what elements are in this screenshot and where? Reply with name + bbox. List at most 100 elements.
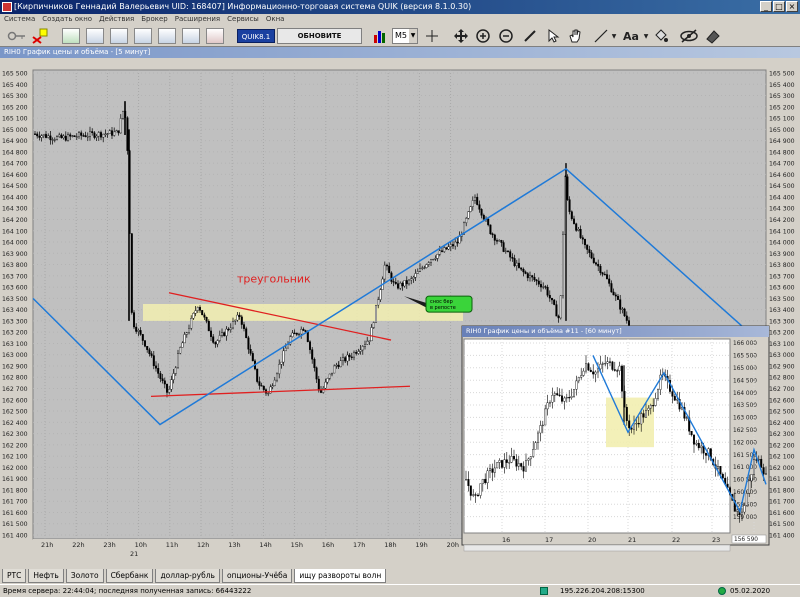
x-date-label: 21 bbox=[130, 550, 138, 558]
candle-body bbox=[139, 330, 142, 335]
menu-actions[interactable]: Действия bbox=[99, 14, 134, 25]
y-tick-label-left: 163 600 bbox=[2, 285, 28, 292]
candle-body bbox=[533, 276, 536, 281]
chevron-down-icon[interactable]: ▼ bbox=[610, 27, 618, 45]
main-chart[interactable]: 165 500 165 500 165 400 165 400 165 300 165 3… bbox=[0, 58, 800, 568]
maximize-button[interactable]: □ bbox=[773, 1, 785, 12]
y-tick-label-right: 161 800 bbox=[769, 487, 795, 494]
sub-candle-body bbox=[604, 363, 607, 365]
sub-candle-body bbox=[606, 361, 609, 364]
menu-system[interactable]: Система bbox=[4, 14, 35, 25]
sub-candle-body bbox=[750, 474, 753, 482]
tab-options[interactable]: опционы-Учёба bbox=[221, 569, 293, 583]
eraser-icon[interactable] bbox=[704, 27, 722, 45]
menu-windows[interactable]: Окна bbox=[266, 14, 285, 25]
main-chart-title: RIH0 График цены и объёма - [5 минут] bbox=[0, 47, 800, 58]
y-tick-label-right: 163 600 bbox=[769, 285, 795, 292]
fill-icon[interactable] bbox=[652, 27, 670, 45]
timeframe-select[interactable]: M5 ▼ bbox=[392, 28, 418, 44]
crosshair-icon[interactable] bbox=[424, 27, 440, 45]
candle-body bbox=[509, 251, 512, 258]
candle-body bbox=[152, 355, 155, 367]
text-tool-button[interactable]: Aa bbox=[620, 27, 642, 45]
search-icon[interactable] bbox=[182, 27, 200, 45]
edit-icon[interactable] bbox=[206, 27, 224, 45]
candle-body bbox=[236, 314, 239, 321]
minimize-button[interactable]: _ bbox=[760, 1, 772, 12]
chart-window-icon[interactable] bbox=[86, 27, 104, 45]
y-tick-label-left: 162 900 bbox=[2, 363, 28, 370]
menu-broker[interactable]: Брокер bbox=[141, 14, 168, 25]
disconnect-icon[interactable] bbox=[30, 27, 50, 45]
sub-candle-body bbox=[690, 431, 693, 436]
x-tick-label: 19h bbox=[415, 541, 427, 549]
sub-candle-body bbox=[481, 478, 484, 484]
candle-body bbox=[104, 133, 107, 135]
sub-candle-body bbox=[599, 363, 602, 370]
zoom-out-icon[interactable] bbox=[497, 27, 515, 45]
y-tick-label-left: 161 400 bbox=[2, 533, 28, 540]
sub-candle-body bbox=[474, 494, 477, 496]
zoom-in-icon[interactable] bbox=[474, 27, 492, 45]
y-tick-label-right: 165 500 bbox=[769, 71, 795, 78]
pencil-icon[interactable] bbox=[521, 27, 539, 45]
y-tick-label-right: 164 900 bbox=[769, 138, 795, 145]
candle-body bbox=[603, 273, 606, 276]
tab-gold[interactable]: Золото bbox=[65, 569, 104, 583]
sub-candle-body bbox=[527, 458, 530, 461]
candle-body bbox=[47, 135, 50, 138]
y-tick-label-left: 162 300 bbox=[2, 431, 28, 438]
tab-rts[interactable]: РТС bbox=[2, 569, 27, 583]
close-button[interactable]: × bbox=[786, 1, 798, 12]
new-table-icon[interactable] bbox=[62, 27, 80, 45]
y-tick-label-left: 161 700 bbox=[2, 499, 28, 506]
menu-extensions[interactable]: Расширения bbox=[175, 14, 220, 25]
quotes-icon[interactable] bbox=[110, 27, 128, 45]
refresh-today-button[interactable]: ОБНОВИТЕ СЕГОДНЯ bbox=[277, 28, 362, 54]
candle-body bbox=[220, 332, 223, 336]
candle-body bbox=[34, 133, 37, 135]
key-icon[interactable] bbox=[6, 27, 28, 45]
y-tick-label-left: 163 800 bbox=[2, 262, 28, 269]
candle-body bbox=[115, 130, 118, 133]
menu-services[interactable]: Сервисы bbox=[227, 14, 259, 25]
menu-create-window[interactable]: Создать окно bbox=[42, 14, 92, 25]
tab-wave-reversals[interactable]: ищу развороты волн bbox=[294, 569, 387, 583]
y-tick-label-left: 161 600 bbox=[2, 510, 28, 517]
y-tick-label-left: 163 300 bbox=[2, 318, 28, 325]
hand-icon[interactable] bbox=[566, 27, 584, 45]
sub-candle-body bbox=[563, 397, 566, 402]
candle-body bbox=[64, 135, 67, 141]
candle-body bbox=[467, 211, 470, 219]
candle-body bbox=[143, 340, 146, 347]
sub-candle-body bbox=[654, 398, 657, 406]
candle-body bbox=[416, 271, 419, 274]
candle-body bbox=[537, 280, 540, 285]
visibility-icon[interactable] bbox=[678, 27, 700, 45]
candle-body bbox=[170, 379, 173, 390]
tab-oil[interactable]: Нефть bbox=[28, 569, 64, 583]
candle-body bbox=[75, 136, 78, 138]
sub-chart-title[interactable]: RIH0 График цены и объёма #11 - [60 мину… bbox=[462, 326, 769, 337]
tab-usd-rub[interactable]: доллар-рубль bbox=[155, 569, 220, 583]
candle-body bbox=[320, 390, 323, 393]
orders-icon[interactable] bbox=[134, 27, 152, 45]
trend-line-icon[interactable] bbox=[592, 27, 610, 45]
y-tick-label-right: 164 700 bbox=[769, 161, 795, 168]
tab-sberbank[interactable]: Сбербанк bbox=[105, 569, 154, 583]
y-tick-label-left: 165 000 bbox=[2, 127, 28, 134]
sub-candle-body bbox=[522, 466, 525, 472]
candle-body bbox=[614, 294, 617, 297]
candle-body bbox=[412, 277, 415, 279]
chevron-down-icon[interactable]: ▼ bbox=[642, 27, 650, 45]
quik-version-button[interactable]: QUIK8.1 bbox=[237, 29, 275, 43]
candle-body bbox=[357, 351, 360, 354]
candle-body bbox=[148, 349, 151, 354]
pointer-icon[interactable] bbox=[544, 27, 562, 45]
candle-body bbox=[361, 346, 364, 351]
move-icon[interactable] bbox=[452, 27, 470, 45]
bar-chart-icon[interactable] bbox=[372, 27, 388, 45]
candle-body bbox=[95, 135, 98, 138]
candle-body bbox=[207, 321, 210, 332]
deals-icon[interactable] bbox=[158, 27, 176, 45]
